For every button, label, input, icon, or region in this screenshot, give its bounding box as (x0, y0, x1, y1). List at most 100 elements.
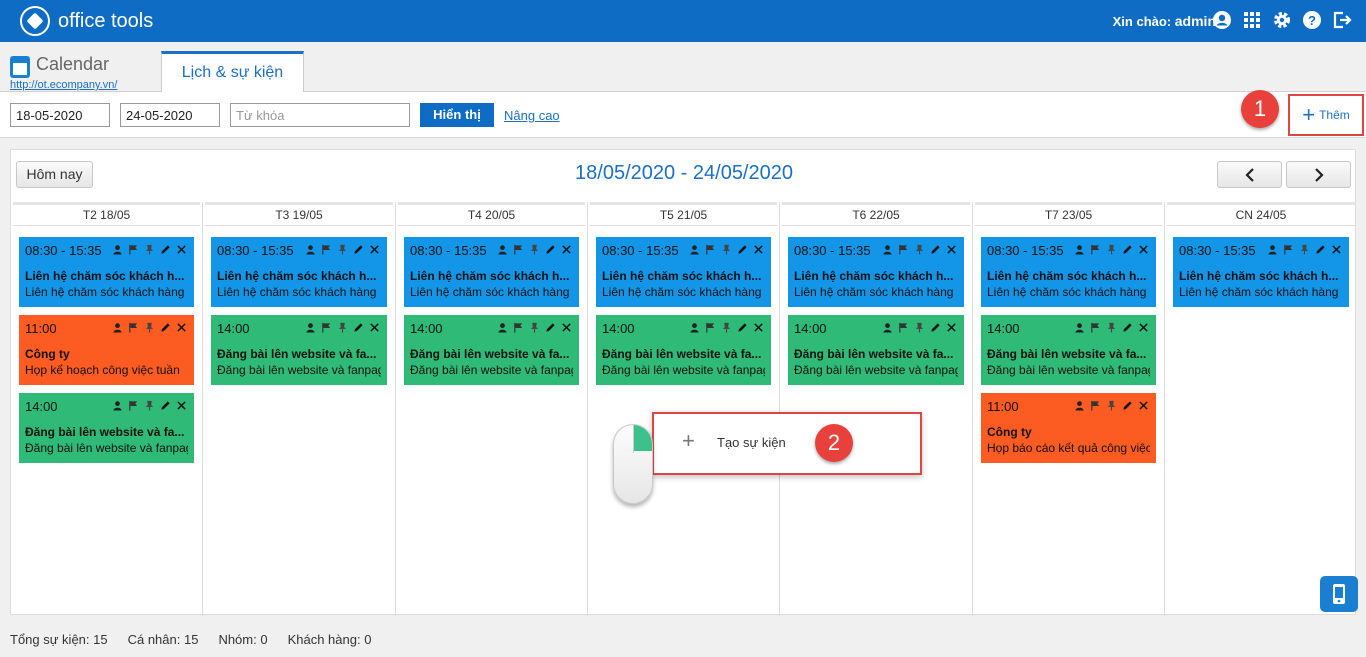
mobile-app-button[interactable] (1320, 576, 1358, 612)
pin-icon[interactable] (914, 244, 926, 256)
flag-icon[interactable] (321, 322, 333, 334)
advanced-search-link[interactable]: Nâng cao (504, 108, 560, 123)
flag-icon[interactable] (1283, 244, 1295, 256)
event-card[interactable]: 14:00 Đăng bài lên website và fa... Đăng b… (211, 315, 387, 385)
pin-icon[interactable] (337, 244, 349, 256)
event-card[interactable]: 14:00 Đăng bài lên website và fa... Đăng b… (19, 393, 194, 463)
delete-x-icon[interactable] (176, 400, 188, 412)
event-card[interactable]: 08:30 - 15:35 Liên hệ chăm sóc khách h...… (19, 237, 194, 307)
flag-icon[interactable] (128, 400, 140, 412)
pin-icon[interactable] (144, 322, 156, 334)
flag-icon[interactable] (1090, 244, 1102, 256)
edit-pencil-icon[interactable] (545, 322, 557, 334)
event-card[interactable]: 14:00 Đăng bài lên website và fa... Đăng b… (788, 315, 964, 385)
day-column[interactable]: T5 21/05 08:30 - 15:35 Liên hệ chăm sóc kh… (588, 202, 780, 616)
day-column[interactable]: T6 22/05 08:30 - 15:35 Liên hệ chăm sóc kh… (780, 202, 973, 616)
flag-icon[interactable] (898, 322, 910, 334)
to-date-input[interactable] (120, 103, 220, 127)
edit-pencil-icon[interactable] (160, 322, 172, 334)
person-icon[interactable] (305, 322, 317, 334)
edit-pencil-icon[interactable] (1122, 244, 1134, 256)
event-card[interactable]: 08:30 - 15:35 Liên hệ chăm sóc khách h...… (211, 237, 387, 307)
pin-icon[interactable] (529, 244, 541, 256)
brand-logo[interactable]: office tools (20, 6, 153, 36)
show-button[interactable]: Hiển thị (420, 103, 494, 127)
edit-pencil-icon[interactable] (930, 322, 942, 334)
event-card[interactable]: 11:00 Công ty Họp kế hoạch công việc tuần (19, 315, 194, 385)
flag-icon[interactable] (128, 244, 140, 256)
create-event-menu-item[interactable]: Tạo sự kiện (717, 435, 786, 450)
person-icon[interactable] (1074, 400, 1086, 412)
delete-x-icon[interactable] (1138, 400, 1150, 412)
pin-icon[interactable] (721, 322, 733, 334)
person-icon[interactable] (689, 244, 701, 256)
event-card[interactable]: 08:30 - 15:35 Liên hệ chăm sóc khách h...… (404, 237, 579, 307)
person-icon[interactable] (112, 322, 124, 334)
pin-icon[interactable] (721, 244, 733, 256)
keyword-search-input[interactable] (230, 103, 410, 127)
flag-icon[interactable] (1090, 400, 1102, 412)
pin-icon[interactable] (144, 244, 156, 256)
flag-icon[interactable] (1090, 322, 1102, 334)
delete-x-icon[interactable] (946, 244, 958, 256)
flag-icon[interactable] (898, 244, 910, 256)
flag-icon[interactable] (513, 244, 525, 256)
flag-icon[interactable] (513, 322, 525, 334)
delete-x-icon[interactable] (176, 322, 188, 334)
edit-pencil-icon[interactable] (160, 400, 172, 412)
day-column[interactable]: T3 19/05 08:30 - 15:35 Liên hệ chăm sóc kh… (203, 202, 396, 616)
help-icon[interactable]: ? (1302, 9, 1322, 31)
tab-events-calendar[interactable]: Lịch & sự kiện (161, 51, 304, 92)
next-week-button[interactable] (1286, 161, 1351, 188)
logout-icon[interactable] (1332, 9, 1352, 31)
edit-pencil-icon[interactable] (353, 244, 365, 256)
pin-icon[interactable] (529, 322, 541, 334)
edit-pencil-icon[interactable] (737, 244, 749, 256)
day-column[interactable]: T2 18/05 08:30 - 15:35 Liên hệ chăm sóc kh… (11, 202, 203, 616)
delete-x-icon[interactable] (561, 322, 573, 334)
add-event-button[interactable]: + Thêm (1288, 94, 1364, 136)
delete-x-icon[interactable] (753, 322, 765, 334)
delete-x-icon[interactable] (176, 244, 188, 256)
person-icon[interactable] (882, 322, 894, 334)
pin-icon[interactable] (337, 322, 349, 334)
person-icon[interactable] (882, 244, 894, 256)
person-icon[interactable] (1074, 322, 1086, 334)
person-icon[interactable] (497, 322, 509, 334)
prev-week-button[interactable] (1217, 161, 1282, 188)
person-icon[interactable] (305, 244, 317, 256)
apps-grid-icon[interactable] (1242, 9, 1262, 31)
pin-icon[interactable] (144, 400, 156, 412)
pin-icon[interactable] (1106, 322, 1118, 334)
flag-icon[interactable] (321, 244, 333, 256)
user-account-icon[interactable] (1212, 9, 1232, 31)
flag-icon[interactable] (705, 244, 717, 256)
from-date-input[interactable] (10, 103, 110, 127)
event-card[interactable]: 08:30 - 15:35 Liên hệ chăm sóc khách h...… (1173, 237, 1349, 307)
person-icon[interactable] (497, 244, 509, 256)
event-card[interactable]: 08:30 - 15:35 Liên hệ chăm sóc khách h...… (596, 237, 771, 307)
person-icon[interactable] (689, 322, 701, 334)
person-icon[interactable] (1074, 244, 1086, 256)
delete-x-icon[interactable] (1331, 244, 1343, 256)
delete-x-icon[interactable] (1138, 322, 1150, 334)
edit-pencil-icon[interactable] (1315, 244, 1327, 256)
event-card[interactable]: 08:30 - 15:35 Liên hệ chăm sóc khách h...… (788, 237, 964, 307)
delete-x-icon[interactable] (946, 322, 958, 334)
day-column[interactable]: CN 24/05 08:30 - 15:35 Liên hệ chăm sóc kh… (1165, 202, 1357, 616)
pin-icon[interactable] (914, 322, 926, 334)
pin-icon[interactable] (1106, 400, 1118, 412)
event-card[interactable]: 08:30 - 15:35 Liên hệ chăm sóc khách h...… (981, 237, 1156, 307)
flag-icon[interactable] (705, 322, 717, 334)
pin-icon[interactable] (1299, 244, 1311, 256)
edit-pencil-icon[interactable] (930, 244, 942, 256)
edit-pencil-icon[interactable] (545, 244, 557, 256)
flag-icon[interactable] (128, 322, 140, 334)
delete-x-icon[interactable] (369, 322, 381, 334)
edit-pencil-icon[interactable] (1122, 400, 1134, 412)
delete-x-icon[interactable] (561, 244, 573, 256)
event-card[interactable]: 14:00 Đăng bài lên website và fa... Đăng b… (596, 315, 771, 385)
edit-pencil-icon[interactable] (353, 322, 365, 334)
edit-pencil-icon[interactable] (1122, 322, 1134, 334)
delete-x-icon[interactable] (1138, 244, 1150, 256)
